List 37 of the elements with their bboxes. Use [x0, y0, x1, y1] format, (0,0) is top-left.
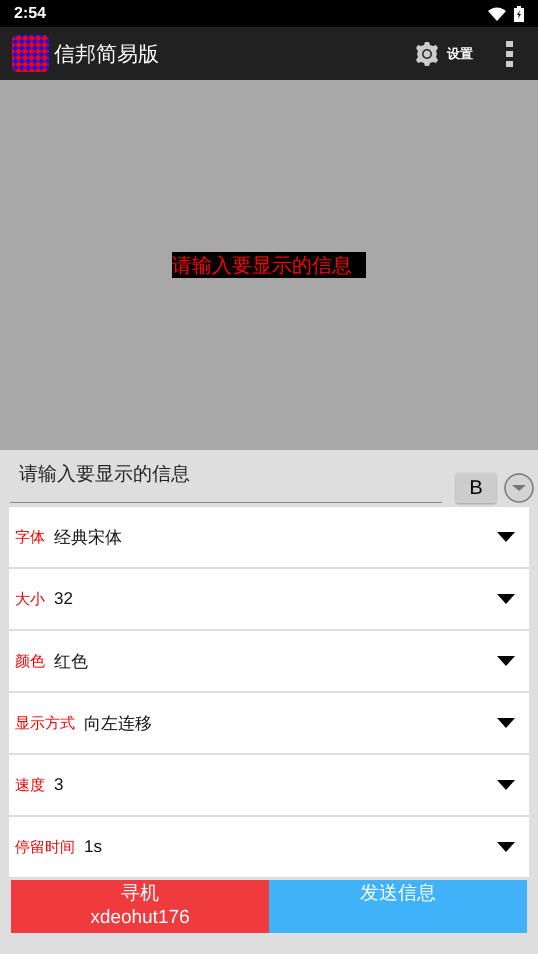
setting-dropdown[interactable]: 显示方式 向左连移: [9, 693, 529, 753]
setting-value: 向左连移: [84, 712, 153, 734]
setting-dropdown[interactable]: 字体 经典宋体: [9, 507, 529, 567]
settings-icon[interactable]: [415, 42, 439, 66]
dropdown-arrow-icon: [497, 532, 515, 542]
pager-button[interactable]: 寻机 xdeohut176: [11, 880, 269, 933]
setting-label: 字体: [15, 528, 45, 546]
more-menu-icon[interactable]: [506, 40, 514, 66]
dropdown-arrow-icon: [497, 656, 515, 666]
setting-label: 显示方式: [15, 714, 75, 732]
setting-label: 停留时间: [15, 838, 75, 856]
setting-value: 32: [54, 589, 74, 609]
led-preview-text: 请输入要显示的信息: [172, 252, 366, 278]
setting-value: 3: [54, 775, 64, 795]
dropdown-arrow-icon: [497, 842, 515, 852]
setting-dropdown[interactable]: 大小 32: [9, 569, 529, 629]
setting-label: 大小: [15, 590, 45, 608]
setting-value: 红色: [54, 650, 89, 672]
app-title: 信邦简易版: [54, 42, 159, 68]
setting-label: 颜色: [15, 652, 45, 670]
message-input[interactable]: 请输入要显示的信息: [10, 454, 442, 503]
wifi-icon: [488, 6, 506, 20]
dropdown-arrow-icon: [497, 594, 515, 604]
battery-icon: [514, 6, 524, 22]
bold-button[interactable]: B: [456, 473, 496, 503]
setting-dropdown[interactable]: 速度 3: [9, 755, 529, 815]
setting-dropdown[interactable]: 颜色 红色: [9, 631, 529, 691]
dropdown-arrow-icon: [497, 780, 515, 790]
dropdown-arrow-icon: [497, 718, 515, 728]
status-time: 2:54: [14, 4, 46, 22]
settings-label[interactable]: 设置: [447, 44, 473, 62]
app-logo-icon: [12, 35, 49, 72]
setting-label: 速度: [15, 776, 45, 794]
dropdown-circle-icon[interactable]: [504, 473, 534, 503]
setting-dropdown[interactable]: 停留时间 1s: [9, 817, 529, 877]
setting-value: 经典宋体: [54, 526, 123, 548]
setting-value: 1s: [84, 837, 103, 857]
